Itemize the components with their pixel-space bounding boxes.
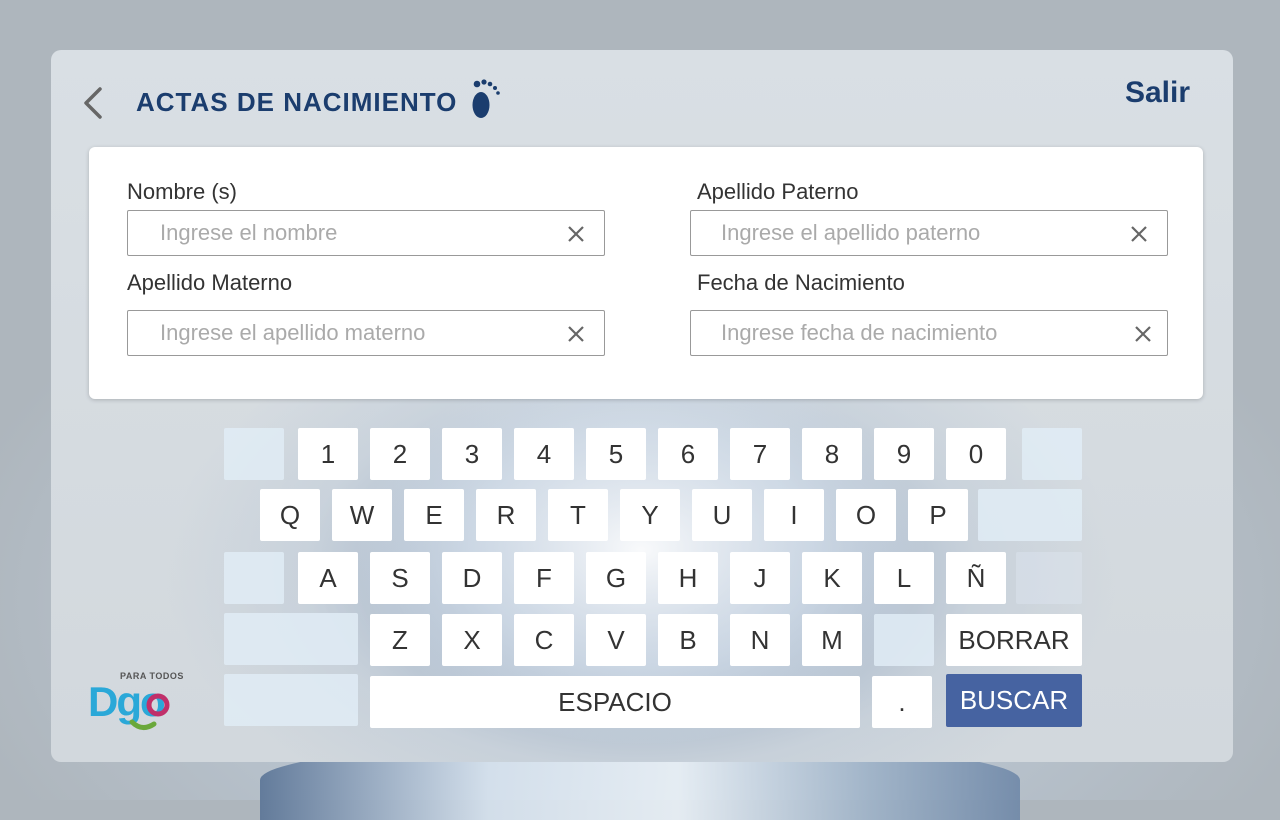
key-2[interactable]: 2 [370, 428, 430, 480]
blank-key [874, 614, 934, 666]
key-y[interactable]: Y [620, 489, 680, 541]
key-q[interactable]: Q [260, 489, 320, 541]
kiosk-window: ACTAS DE NACIMIENTO Salir Nombre (s) Ape… [51, 50, 1233, 762]
clear-nombre-icon[interactable] [566, 224, 586, 244]
key-o[interactable]: O [836, 489, 896, 541]
key-j[interactable]: J [730, 552, 790, 604]
key-8[interactable]: 8 [802, 428, 862, 480]
apellido-materno-input[interactable] [160, 311, 550, 355]
apellido-paterno-label: Apellido Paterno [697, 179, 859, 204]
key-p[interactable]: P [908, 489, 968, 541]
search-form: Nombre (s) Apellido Paterno Apellido Mat… [89, 147, 1203, 399]
key-x[interactable]: X [442, 614, 502, 666]
blank-key [224, 428, 284, 480]
key-l[interactable]: L [874, 552, 934, 604]
key-m[interactable]: M [802, 614, 862, 666]
blank-key [1016, 552, 1082, 604]
chevron-left-icon [84, 87, 102, 119]
key-a[interactable]: A [298, 552, 358, 604]
apellido-materno-label: Apellido Materno [127, 270, 293, 295]
nombre-field [127, 210, 605, 256]
key-e[interactable]: E [404, 489, 464, 541]
key-5[interactable]: 5 [586, 428, 646, 480]
space-key[interactable]: ESPACIO [370, 676, 860, 728]
key-9[interactable]: 9 [874, 428, 934, 480]
key-v[interactable]: V [586, 614, 646, 666]
fecha-nacimiento-input[interactable] [721, 311, 1111, 355]
clear-fecha-nacimiento-icon[interactable] [1133, 324, 1153, 344]
key-g[interactable]: G [586, 552, 646, 604]
key-0[interactable]: 0 [946, 428, 1006, 480]
clear-apellido-paterno-icon[interactable] [1129, 224, 1149, 244]
key-z[interactable]: Z [370, 614, 430, 666]
key-6[interactable]: 6 [658, 428, 718, 480]
page-title: ACTAS DE NACIMIENTO [136, 87, 458, 117]
key-f[interactable]: F [514, 552, 574, 604]
key-c[interactable]: C [514, 614, 574, 666]
footprint-icon [472, 79, 500, 118]
back-button[interactable] [81, 86, 105, 120]
logo-main-text: Dgo [88, 678, 165, 725]
key-t[interactable]: T [548, 489, 608, 541]
key-k[interactable]: K [802, 552, 862, 604]
blank-key [224, 613, 358, 665]
key-n[interactable]: N [730, 614, 790, 666]
key-h[interactable]: H [658, 552, 718, 604]
search-button[interactable]: BUSCAR [946, 674, 1082, 727]
key-r[interactable]: R [476, 489, 536, 541]
key-w[interactable]: W [332, 489, 392, 541]
apellido-paterno-input[interactable] [721, 211, 1111, 255]
blank-key [224, 552, 284, 604]
key-4[interactable]: 4 [514, 428, 574, 480]
key-b[interactable]: B [658, 614, 718, 666]
key-i[interactable]: I [764, 489, 824, 541]
blank-key [1022, 428, 1082, 480]
apellido-materno-field [127, 310, 605, 356]
key-d[interactable]: D [442, 552, 502, 604]
dgo-logo: PARA TODOS Dgo [88, 671, 183, 730]
exit-button[interactable]: Salir [1125, 76, 1190, 110]
clear-apellido-materno-icon[interactable] [566, 324, 586, 344]
key-3[interactable]: 3 [442, 428, 502, 480]
key-s[interactable]: S [370, 552, 430, 604]
key-7[interactable]: 7 [730, 428, 790, 480]
nombre-input[interactable] [160, 211, 550, 255]
nombre-label: Nombre (s) [127, 179, 238, 204]
fecha-nacimiento-label: Fecha de Nacimiento [697, 270, 905, 295]
period-key[interactable]: . [872, 676, 932, 728]
blank-key [978, 489, 1082, 541]
key-enye[interactable]: Ñ [946, 552, 1006, 604]
key-1[interactable]: 1 [298, 428, 358, 480]
blank-key [224, 674, 358, 726]
fecha-nacimiento-field [690, 310, 1168, 356]
key-u[interactable]: U [692, 489, 752, 541]
borrar-button[interactable]: BORRAR [946, 614, 1082, 666]
apellido-paterno-field [690, 210, 1168, 256]
